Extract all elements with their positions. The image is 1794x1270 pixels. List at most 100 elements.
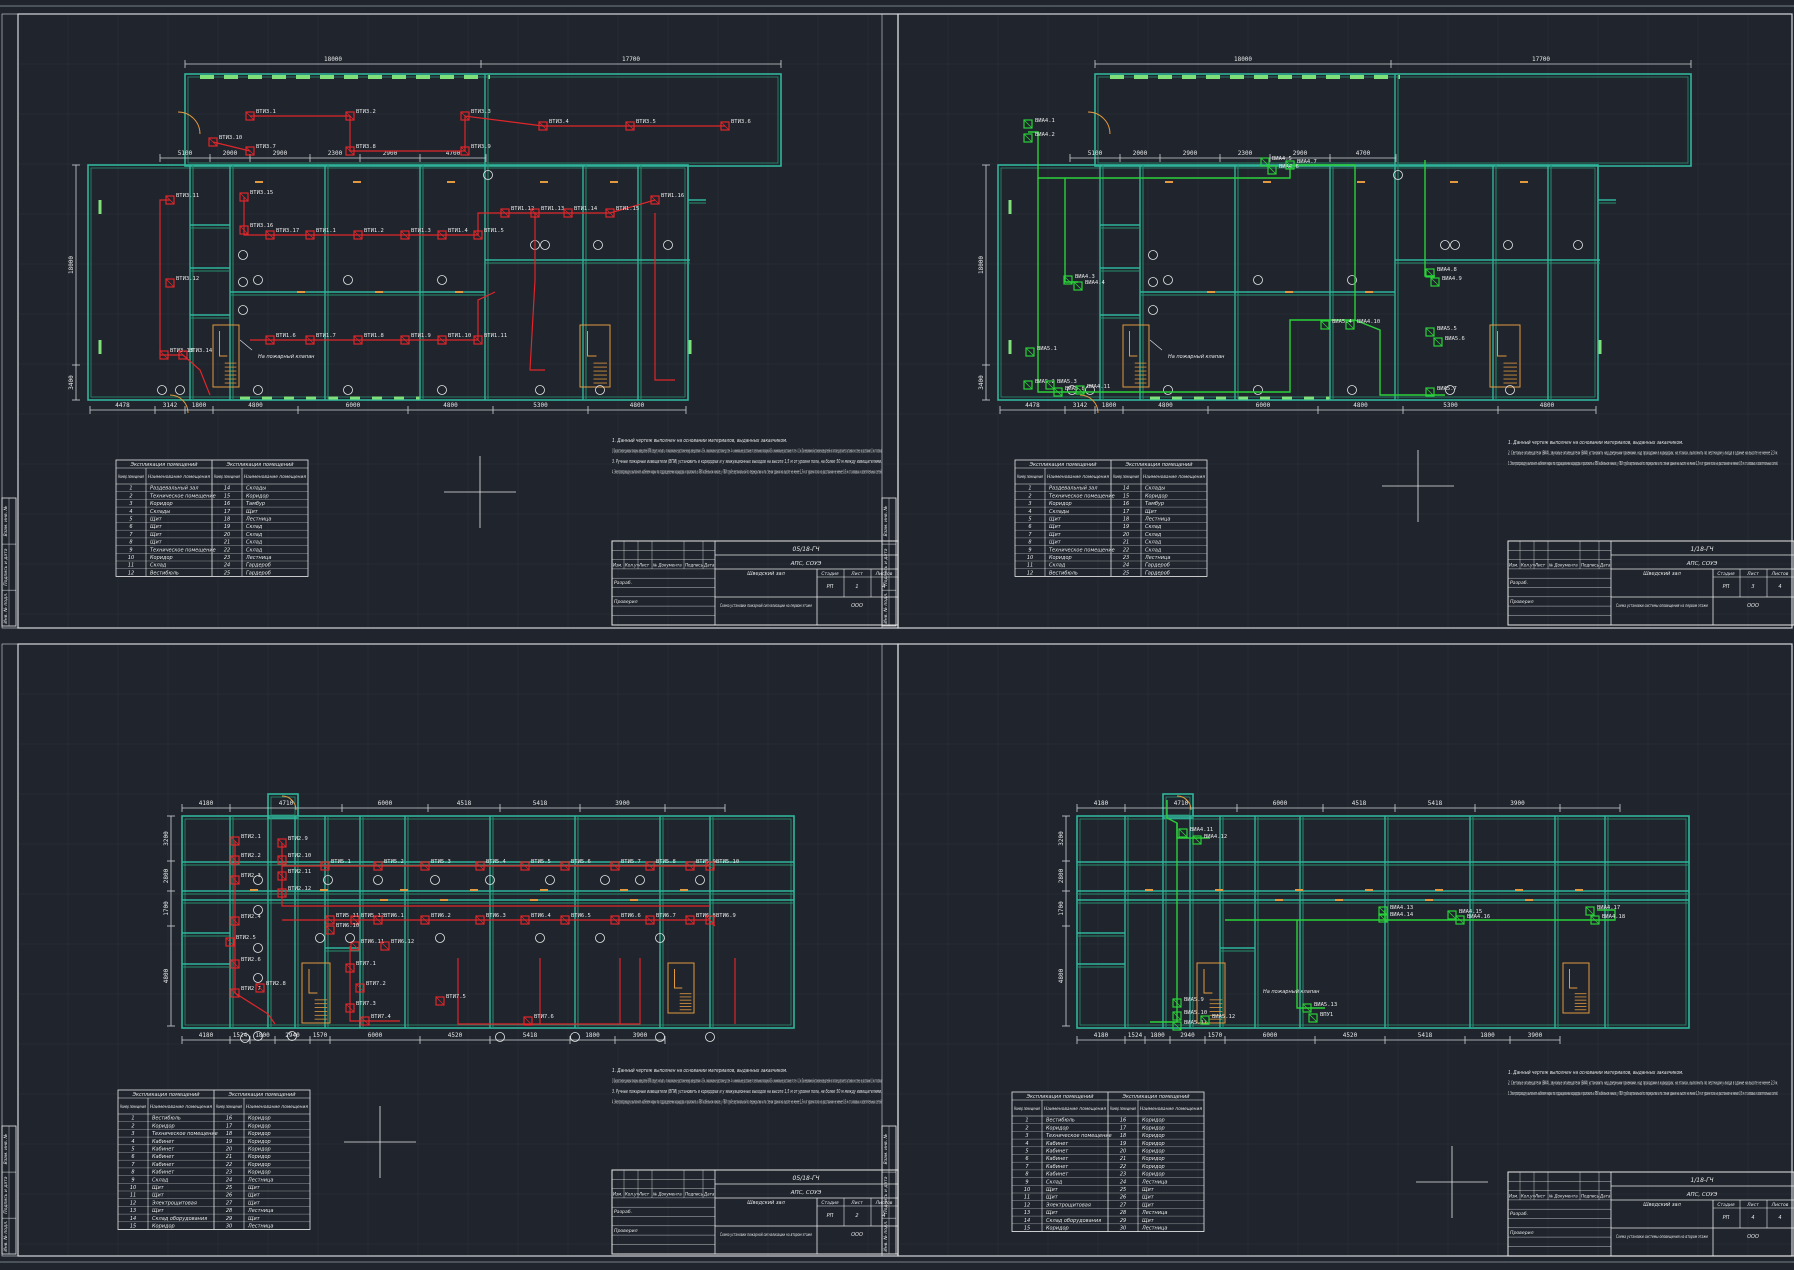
device-label: ВИА5.6 bbox=[1445, 336, 1465, 342]
dimension-label: 4518 bbox=[457, 800, 472, 807]
detector-device[interactable]: ВТИ3.12 bbox=[165, 276, 199, 288]
detector-device[interactable]: ВТИ1.6 bbox=[265, 333, 296, 345]
title-header-cell: Кол.уч bbox=[625, 1192, 639, 1197]
fire-loop-wire bbox=[281, 843, 710, 907]
legend-cell: Склады bbox=[1049, 509, 1069, 515]
detector-device[interactable]: ВТИ6.4 bbox=[520, 913, 552, 925]
detector-device[interactable]: ВТИ1.4 bbox=[437, 228, 469, 240]
detector-device[interactable]: ВТИ3.6 bbox=[720, 119, 751, 131]
detector-device[interactable]: ВИА4.9 bbox=[1430, 276, 1462, 287]
detector-device[interactable]: ВИА5.5 bbox=[1425, 326, 1457, 337]
legend-col: Номер помещения bbox=[1014, 1106, 1040, 1112]
note-text: 3. Ручные пожарные извещатели (ВПИ) уста… bbox=[612, 459, 882, 465]
legend-header: Экспликация помещений bbox=[1025, 1094, 1094, 1100]
legend-cell: 19 bbox=[226, 1139, 232, 1145]
detector-device[interactable]: ВТИ3.17 bbox=[265, 228, 299, 240]
detector-device[interactable]: ВТИ6.12 bbox=[380, 939, 414, 951]
dimension-label: 1524 bbox=[1128, 1032, 1143, 1039]
legend-cell: Щит bbox=[1142, 1202, 1155, 1208]
detector-device[interactable]: ВТИ6.5 bbox=[560, 913, 591, 925]
room-marker-circle bbox=[705, 1032, 715, 1042]
detector-device[interactable]: ВТИ7.5 bbox=[435, 994, 466, 1006]
legend-cell: Склад bbox=[246, 547, 263, 553]
door-note: На пожарный клапан bbox=[258, 354, 315, 360]
detector-device[interactable]: ВТИ3.1 bbox=[245, 109, 276, 121]
detector-device[interactable]: ВПУ1 bbox=[1308, 1012, 1333, 1023]
device-label: ВТИ3.4 bbox=[549, 119, 570, 125]
detector-device[interactable]: ВИА4.2 bbox=[1023, 132, 1055, 143]
detector-device[interactable]: ВТИ1.11 bbox=[473, 333, 507, 345]
title-header-cell: Кол.уч bbox=[625, 563, 639, 568]
wall bbox=[87, 164, 689, 401]
legend-cell: Склады bbox=[246, 486, 266, 492]
room-marker bbox=[1450, 240, 1460, 250]
staircase bbox=[1562, 962, 1590, 1014]
stage-value: 1 bbox=[855, 584, 858, 590]
drawing-code: 05/18-ГЧ bbox=[793, 1175, 820, 1182]
detector-device[interactable]: ВТИ1.16 bbox=[650, 193, 684, 205]
device-label: ВТИ2.8 bbox=[266, 981, 286, 987]
legend-col: Номер помещения bbox=[216, 1104, 242, 1110]
detector-device[interactable]: ВТИ7.4 bbox=[360, 1014, 392, 1026]
sheet-3-fire-alarm-floor-2: 4180 4710 6000 4518 5418 39004180 1524 1800 2940… bbox=[117, 793, 899, 1255]
legend-cell: Щит bbox=[150, 532, 163, 538]
detector-device[interactable]: ВТИ6.10 bbox=[325, 923, 359, 935]
room-marker bbox=[253, 385, 263, 395]
device-label: ВТИ3.11 bbox=[176, 193, 199, 199]
detector-device[interactable]: ВТИ1.15 bbox=[605, 206, 639, 218]
detector-device[interactable]: ВТИ1.9 bbox=[400, 333, 431, 345]
dimension-label: 2300 bbox=[1238, 150, 1253, 157]
detector-device[interactable]: ВТИ3.11 bbox=[165, 193, 199, 205]
room-marker-circle bbox=[238, 305, 248, 315]
legend-cell: 27 bbox=[226, 1200, 233, 1206]
legend-cell: 12 bbox=[1027, 570, 1033, 576]
legend-cell: 1 bbox=[129, 486, 132, 492]
sheet-1-fire-alarm-floor-1: 18000 177005100 2000 2900 2300 2900 47004478 31… bbox=[68, 56, 899, 626]
room-marker bbox=[705, 1032, 715, 1042]
detector-device[interactable]: ВТИ6.3 bbox=[475, 913, 506, 925]
room-marker-circle bbox=[1163, 275, 1173, 285]
detector-device[interactable]: ВИА5.13 bbox=[1302, 1002, 1337, 1013]
detector-device[interactable]: ВТИ3.10 bbox=[208, 135, 242, 147]
detector-device[interactable]: ВИА5.1 bbox=[1025, 346, 1057, 357]
detector-device[interactable]: ВТИ1.1 bbox=[305, 228, 336, 240]
detector-device[interactable]: ВИА4.4 bbox=[1073, 280, 1106, 291]
detector-device[interactable]: ВТИ3.7 bbox=[245, 144, 276, 156]
detector-device[interactable]: ВТИ1.2 bbox=[353, 228, 384, 240]
detector-device[interactable]: ВТИ1.3 bbox=[400, 228, 431, 240]
legend-cell: 5 bbox=[129, 517, 132, 523]
detector-device[interactable]: ВТИ1.8 bbox=[353, 333, 384, 345]
legend-cell: 17 bbox=[1120, 1125, 1127, 1131]
legend-header: Экспликация помещений bbox=[227, 1092, 296, 1098]
legend-cell: 25 bbox=[226, 1185, 232, 1191]
firm-name: ООО bbox=[1747, 603, 1759, 609]
detector-device[interactable]: ВТИ1.14 bbox=[563, 206, 598, 218]
room-marker bbox=[253, 275, 263, 285]
detector-device[interactable]: ВТИ1.12 bbox=[500, 206, 534, 218]
device-label: ВИА5.5 bbox=[1437, 326, 1457, 332]
detector-device[interactable]: ВТИ3.4 bbox=[538, 119, 570, 131]
device-label: ВТИ3.10 bbox=[219, 135, 242, 141]
legend-cell: 1 bbox=[131, 1116, 134, 1122]
device-label: ВТИ1.2 bbox=[364, 228, 384, 234]
dimension-label: 5100 bbox=[1088, 150, 1103, 157]
detector-device[interactable]: ВТИ3.5 bbox=[625, 119, 656, 131]
drawing-svg[interactable]: Взам. инв. №Подпись и датаИнв. № подл.Вз… bbox=[0, 0, 1794, 1270]
detector-device[interactable]: ВТИ6.2 bbox=[420, 913, 451, 925]
stage-value: РП bbox=[1723, 584, 1730, 590]
legend-cell: Лестница bbox=[1144, 555, 1170, 561]
detector-device[interactable]: ВТИ1.10 bbox=[437, 333, 471, 345]
detector-device[interactable]: ВТИ1.7 bbox=[305, 333, 336, 345]
detector-device[interactable]: ВТИ7.6 bbox=[523, 1014, 554, 1026]
cad-canvas[interactable]: Взам. инв. № Подпись и дата Инв. № подл. Вз… bbox=[0, 0, 1794, 1270]
legend-cell: Лестница bbox=[247, 1224, 273, 1230]
legend-cell: Склад bbox=[150, 563, 167, 569]
detector-device[interactable]: ВИА4.1 bbox=[1023, 118, 1055, 129]
alarm-loop-wire bbox=[1064, 178, 1078, 283]
detector-device[interactable]: ВИА5.6 bbox=[1433, 336, 1465, 347]
device-label: ВИА4.9 bbox=[1442, 276, 1462, 282]
legend-cell: Склад bbox=[1145, 540, 1162, 546]
detector-device[interactable]: ВТИ1.13 bbox=[530, 206, 564, 218]
detector-device[interactable]: ВТИ6.6 bbox=[610, 913, 641, 925]
detector-device[interactable]: ВТИ6.7 bbox=[645, 913, 676, 925]
